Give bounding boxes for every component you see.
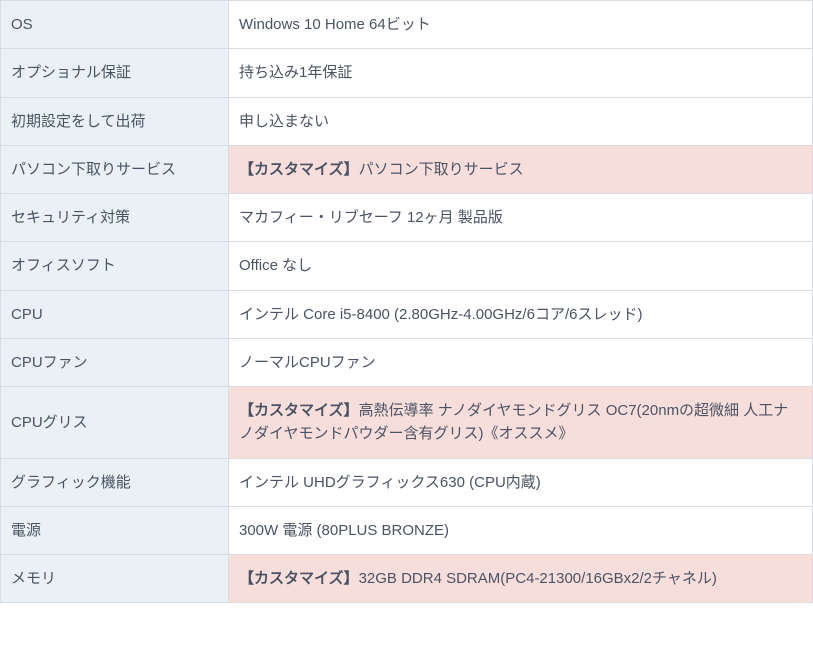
spec-value-text: 32GB DDR4 SDRAM(PC4-21300/16GBx2/2チャネル) — [359, 570, 717, 587]
spec-label: オフィスソフト — [1, 242, 229, 290]
table-row: セキュリティ対策マカフィー・リブセーフ 12ヶ月 製品版 — [1, 194, 813, 242]
spec-value: 申し込まない — [229, 97, 813, 145]
spec-label: パソコン下取りサービス — [1, 145, 229, 193]
spec-label: CPUグリス — [1, 387, 229, 459]
spec-value: 【カスタマイズ】高熱伝導率 ナノダイヤモンドグリス OC7(20nmの超微細 人… — [229, 387, 813, 459]
spec-table-body: OSWindows 10 Home 64ビットオプショナル保証持ち込み1年保証初… — [1, 1, 813, 603]
spec-value: ノーマルCPUファン — [229, 338, 813, 386]
table-row: グラフィック機能インテル UHDグラフィックス630 (CPU内蔵) — [1, 458, 813, 506]
table-row: オフィスソフトOffice なし — [1, 242, 813, 290]
table-row: オプショナル保証持ち込み1年保証 — [1, 49, 813, 97]
spec-value: 【カスタマイズ】パソコン下取りサービス — [229, 145, 813, 193]
spec-label: セキュリティ対策 — [1, 194, 229, 242]
table-row: CPUインテル Core i5-8400 (2.80GHz-4.00GHz/6コ… — [1, 290, 813, 338]
table-row: CPUグリス【カスタマイズ】高熱伝導率 ナノダイヤモンドグリス OC7(20nm… — [1, 387, 813, 459]
spec-label: CPU — [1, 290, 229, 338]
spec-label: オプショナル保証 — [1, 49, 229, 97]
spec-value: インテル UHDグラフィックス630 (CPU内蔵) — [229, 458, 813, 506]
spec-label: OS — [1, 1, 229, 49]
customize-badge: 【カスタマイズ】 — [239, 570, 359, 587]
spec-value: Windows 10 Home 64ビット — [229, 1, 813, 49]
table-row: 電源300W 電源 (80PLUS BRONZE) — [1, 506, 813, 554]
table-row: 初期設定をして出荷申し込まない — [1, 97, 813, 145]
spec-value: Office なし — [229, 242, 813, 290]
spec-value: マカフィー・リブセーフ 12ヶ月 製品版 — [229, 194, 813, 242]
spec-label: 電源 — [1, 506, 229, 554]
table-row: CPUファンノーマルCPUファン — [1, 338, 813, 386]
spec-label: CPUファン — [1, 338, 229, 386]
table-row: メモリ【カスタマイズ】32GB DDR4 SDRAM(PC4-21300/16G… — [1, 555, 813, 603]
table-row: OSWindows 10 Home 64ビット — [1, 1, 813, 49]
spec-value: インテル Core i5-8400 (2.80GHz-4.00GHz/6コア/6… — [229, 290, 813, 338]
spec-table: OSWindows 10 Home 64ビットオプショナル保証持ち込み1年保証初… — [0, 0, 813, 603]
spec-label: メモリ — [1, 555, 229, 603]
customize-badge: 【カスタマイズ】 — [239, 161, 359, 178]
spec-value: 【カスタマイズ】32GB DDR4 SDRAM(PC4-21300/16GBx2… — [229, 555, 813, 603]
table-row: パソコン下取りサービス【カスタマイズ】パソコン下取りサービス — [1, 145, 813, 193]
spec-label: 初期設定をして出荷 — [1, 97, 229, 145]
spec-label: グラフィック機能 — [1, 458, 229, 506]
spec-value: 300W 電源 (80PLUS BRONZE) — [229, 506, 813, 554]
spec-value: 持ち込み1年保証 — [229, 49, 813, 97]
spec-value-text: パソコン下取りサービス — [359, 161, 524, 178]
customize-badge: 【カスタマイズ】 — [239, 402, 359, 419]
